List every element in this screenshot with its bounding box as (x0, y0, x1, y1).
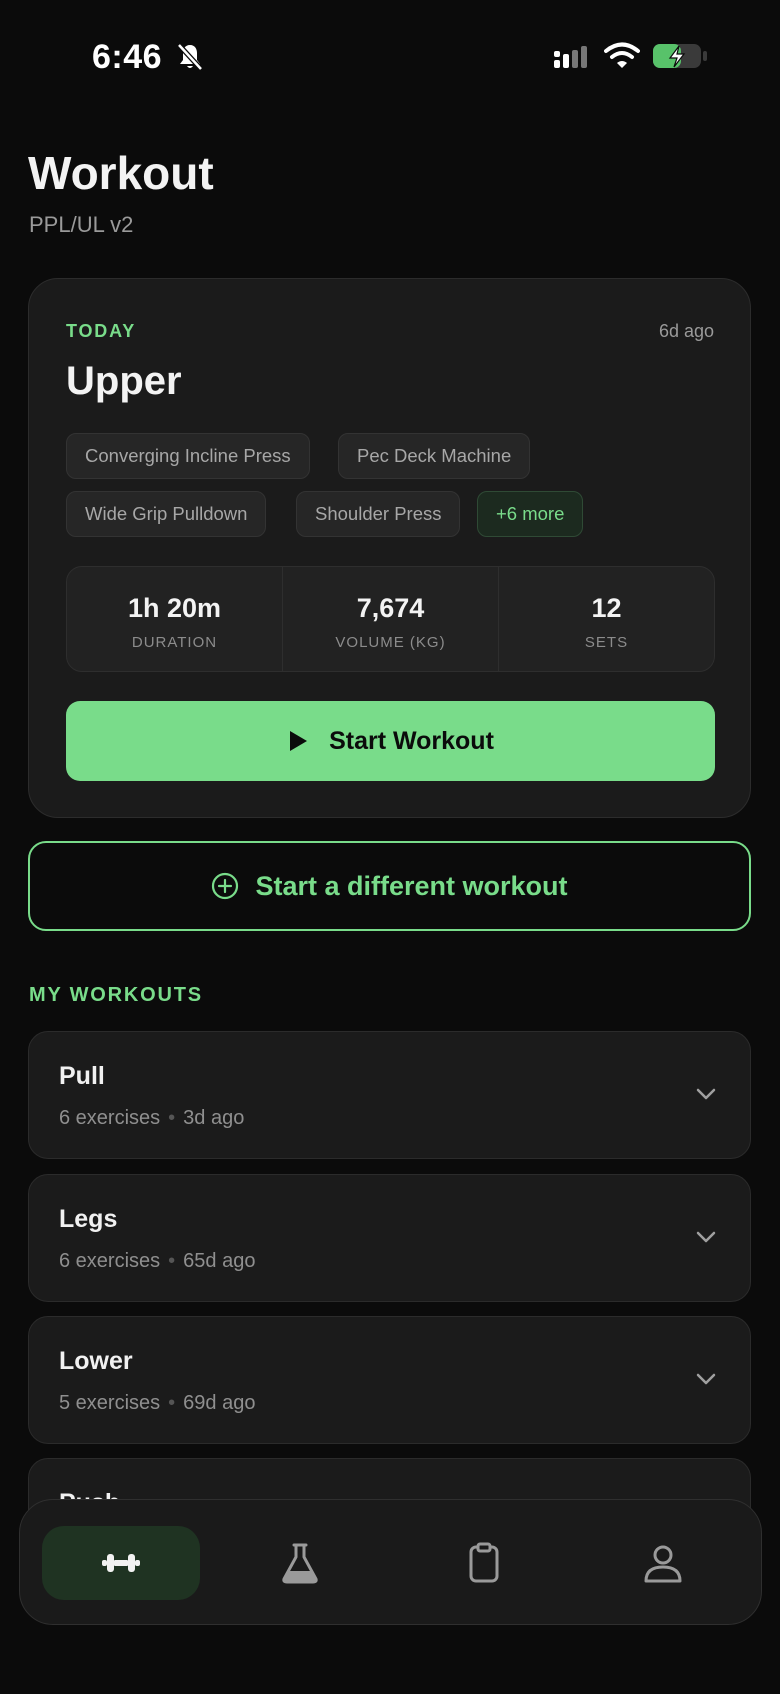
stat-duration: 1h 20m DURATION (67, 567, 283, 671)
status-bar: 6:46 (0, 0, 780, 110)
bell-off-icon (177, 43, 203, 71)
start-workout-button[interactable]: Start Workout (66, 701, 715, 781)
signal-icon (554, 46, 587, 68)
today-label: TODAY (66, 321, 137, 341)
chevron-down-icon[interactable] (694, 1225, 718, 1249)
play-icon (290, 731, 308, 751)
last-done: 65d ago (183, 1250, 256, 1272)
today-workout-card: TODAY 6d ago Upper Converging Incline Pr… (28, 278, 751, 818)
more-exercises-chip[interactable]: +6 more (477, 491, 584, 537)
exercise-count: 6 exercises (59, 1107, 161, 1129)
stat-value: 12 (591, 593, 622, 623)
program-name: PPL/UL v2 (29, 212, 134, 237)
tab-workout[interactable] (42, 1526, 200, 1600)
exercise-count: 6 exercises (59, 1250, 161, 1272)
workout-name: Legs (59, 1205, 118, 1233)
exercise-count: 5 exercises (59, 1392, 161, 1414)
stat-value: 1h 20m (127, 593, 222, 623)
last-done-label: 6d ago (658, 321, 714, 341)
workout-item-lower[interactable]: Lower 5 exercises • 69d ago (28, 1316, 751, 1444)
workout-screen: 6:46 Workout PPL/UL v2 TODAY 6d ago Uppe… (0, 0, 780, 1694)
exercise-chip: Pec Deck Machine (338, 433, 531, 479)
tab-programs[interactable] (405, 1526, 563, 1600)
exercise-chip: Wide Grip Pulldown (66, 491, 267, 537)
user-icon (644, 1545, 682, 1583)
workout-name: Pull (59, 1062, 105, 1090)
wifi-icon (604, 42, 640, 68)
tab-bar (19, 1499, 762, 1625)
separator-dot: • (168, 1107, 176, 1129)
flask-icon (282, 1543, 318, 1584)
battery-charging-icon (653, 44, 707, 68)
workout-meta: 6 exercises • 3d ago (59, 1107, 244, 1130)
page-title: Workout (28, 147, 214, 199)
last-done: 3d ago (183, 1107, 245, 1129)
separator-dot: • (168, 1250, 176, 1272)
stat-label: DURATION (131, 634, 218, 651)
chevron-down-icon[interactable] (694, 1367, 718, 1391)
my-workouts-title: MY WORKOUTS (29, 984, 203, 1006)
workout-name: Lower (59, 1347, 133, 1375)
chevron-down-icon[interactable] (694, 1082, 718, 1106)
status-time: 6:46 (92, 38, 163, 76)
workout-item-legs[interactable]: Legs 6 exercises • 65d ago (28, 1174, 751, 1302)
start-different-workout-button[interactable]: Start a different workout (28, 841, 751, 931)
workout-meta: 5 exercises • 69d ago (59, 1392, 255, 1415)
start-workout-label: Start Workout (329, 726, 494, 755)
workout-item-pull[interactable]: Pull 6 exercises • 3d ago (28, 1031, 751, 1159)
stat-sets: 12 SETS (499, 567, 714, 671)
stat-value: 7,674 (356, 593, 425, 623)
exercise-chip: Shoulder Press (296, 491, 461, 537)
exercise-chip: Converging Incline Press (66, 433, 310, 479)
last-done: 69d ago (183, 1392, 256, 1414)
tab-profile[interactable] (584, 1526, 742, 1600)
plus-circle-icon (212, 872, 239, 900)
stat-label: SETS (584, 634, 629, 651)
stat-label: VOLUME (KG) (335, 634, 446, 651)
workout-stats: 1h 20m DURATION 7,674 VOLUME (KG) 12 SET… (66, 566, 715, 672)
clipboard-icon (469, 1542, 499, 1583)
start-different-workout-label: Start a different workout (255, 870, 568, 901)
today-workout-name: Upper (66, 359, 182, 403)
tab-lab[interactable] (221, 1526, 379, 1600)
dumbbell-icon (102, 1554, 140, 1572)
stat-volume: 7,674 VOLUME (KG) (283, 567, 499, 671)
separator-dot: • (168, 1392, 176, 1414)
workout-meta: 6 exercises • 65d ago (59, 1250, 255, 1273)
